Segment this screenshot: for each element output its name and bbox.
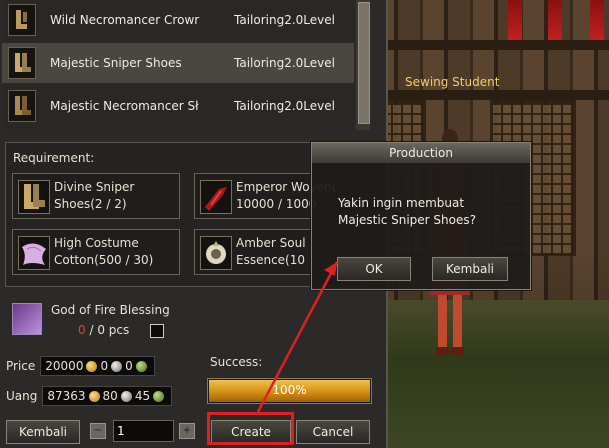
roof-beam — [370, 40, 609, 50]
price-silver: 0 — [100, 359, 109, 373]
price-box: 20000 0 0 — [40, 356, 155, 376]
roof-beam — [370, 90, 609, 100]
uang-silver: 80 — [102, 389, 118, 403]
production-dialog: Production Yakin ingin membuat Majestic … — [311, 142, 531, 290]
material-name: Divine Sniper — [54, 180, 135, 194]
recipe-row[interactable]: Majestic Necromancer Sł Tailoring2.0Leve… — [2, 86, 354, 126]
recipe-name: Majestic Sniper Shoes — [50, 56, 182, 70]
blessing-name: God of Fire Blessing — [51, 303, 170, 317]
recipe-list: Wild Necromancer Crowr Tailoring2.0Level… — [2, 0, 354, 130]
boots-icon — [18, 180, 50, 214]
blessing-checkbox[interactable] — [150, 324, 164, 338]
uang-bronze: 45 — [134, 389, 151, 403]
gold-coin-icon — [86, 360, 98, 372]
recipe-skill: Tailoring2.0Level — [234, 99, 335, 113]
uang-row: Uang 87363 80 45 — [6, 386, 173, 406]
cloth-icon — [200, 180, 232, 214]
boots-icon — [8, 90, 36, 122]
boots-icon — [8, 47, 36, 79]
dialog-message-line2: Majestic Sniper Shoes? — [338, 213, 476, 227]
material-count: Shoes(2 / 2) — [54, 197, 127, 211]
material-count: Cotton(500 / 30) — [54, 253, 154, 267]
bronze-coin-icon — [153, 390, 165, 402]
blessing-count: 0 — [78, 323, 86, 337]
price-row: Price 20000 0 0 — [6, 356, 155, 376]
price-gold: 20000 — [45, 359, 84, 373]
dialog-title: Production — [312, 143, 530, 163]
uang-label: Uang — [6, 389, 38, 403]
banner-flag — [548, 0, 562, 40]
dialog-ok-button[interactable]: OK — [337, 257, 411, 281]
price-bronze: 0 — [125, 359, 133, 373]
blessing-unit: / 0 pcs — [89, 323, 130, 337]
recipe-row[interactable]: Wild Necromancer Crowr Tailoring2.0Level — [2, 0, 354, 40]
recipe-name: Majestic Necromancer Sł — [50, 99, 199, 113]
success-text: 100% — [272, 383, 307, 397]
material-name: Amber Soul — [236, 236, 306, 250]
blessing-icon[interactable] — [12, 303, 42, 335]
decrease-button[interactable]: − — [90, 423, 106, 439]
bronze-coin-icon — [135, 360, 147, 372]
recipe-name: Wild Necromancer Crowr — [50, 13, 200, 27]
requirement-title: Requirement: — [13, 151, 95, 165]
dialog-kembali-button[interactable]: Kembali — [432, 257, 508, 281]
success-label: Success: — [210, 355, 263, 369]
quantity-input[interactable]: 1 — [113, 420, 174, 442]
banner-flag — [508, 0, 522, 40]
recipe-skill: Tailoring2.0Level — [234, 13, 335, 27]
essence-icon — [200, 236, 232, 270]
material-count: Essence(10 — [236, 253, 306, 267]
material-name: High Costume — [54, 236, 139, 250]
price-label: Price — [6, 359, 36, 373]
npc-name: Sewing Student — [405, 75, 500, 89]
increase-button[interactable]: + — [179, 423, 195, 439]
recipe-skill: Tailoring2.0Level — [234, 56, 335, 70]
floor — [370, 300, 609, 448]
material-slot[interactable]: High Costume Cotton(500 / 30) — [12, 229, 180, 275]
banner-flag — [590, 0, 604, 40]
highlight-box — [207, 412, 294, 445]
uang-gold: 87363 — [47, 389, 86, 403]
recipe-row-selected[interactable]: Majestic Sniper Shoes Tailoring2.0Level — [2, 43, 354, 83]
gold-coin-icon — [88, 390, 100, 402]
dialog-message-line1: Yakin ingin membuat — [338, 196, 465, 210]
uang-box: 87363 80 45 — [42, 386, 173, 406]
recipe-scrollbar[interactable] — [356, 0, 370, 130]
cancel-button[interactable]: Cancel — [296, 420, 370, 444]
success-bar: 100% — [207, 378, 372, 404]
boots-icon — [8, 4, 36, 36]
cotton-icon — [18, 236, 50, 270]
silver-coin-icon — [120, 390, 132, 402]
kembali-button[interactable]: Kembali — [6, 420, 80, 444]
scroll-thumb[interactable] — [358, 2, 370, 124]
material-slot[interactable]: Divine Sniper Shoes(2 / 2) — [12, 173, 180, 219]
silver-coin-icon — [111, 360, 123, 372]
